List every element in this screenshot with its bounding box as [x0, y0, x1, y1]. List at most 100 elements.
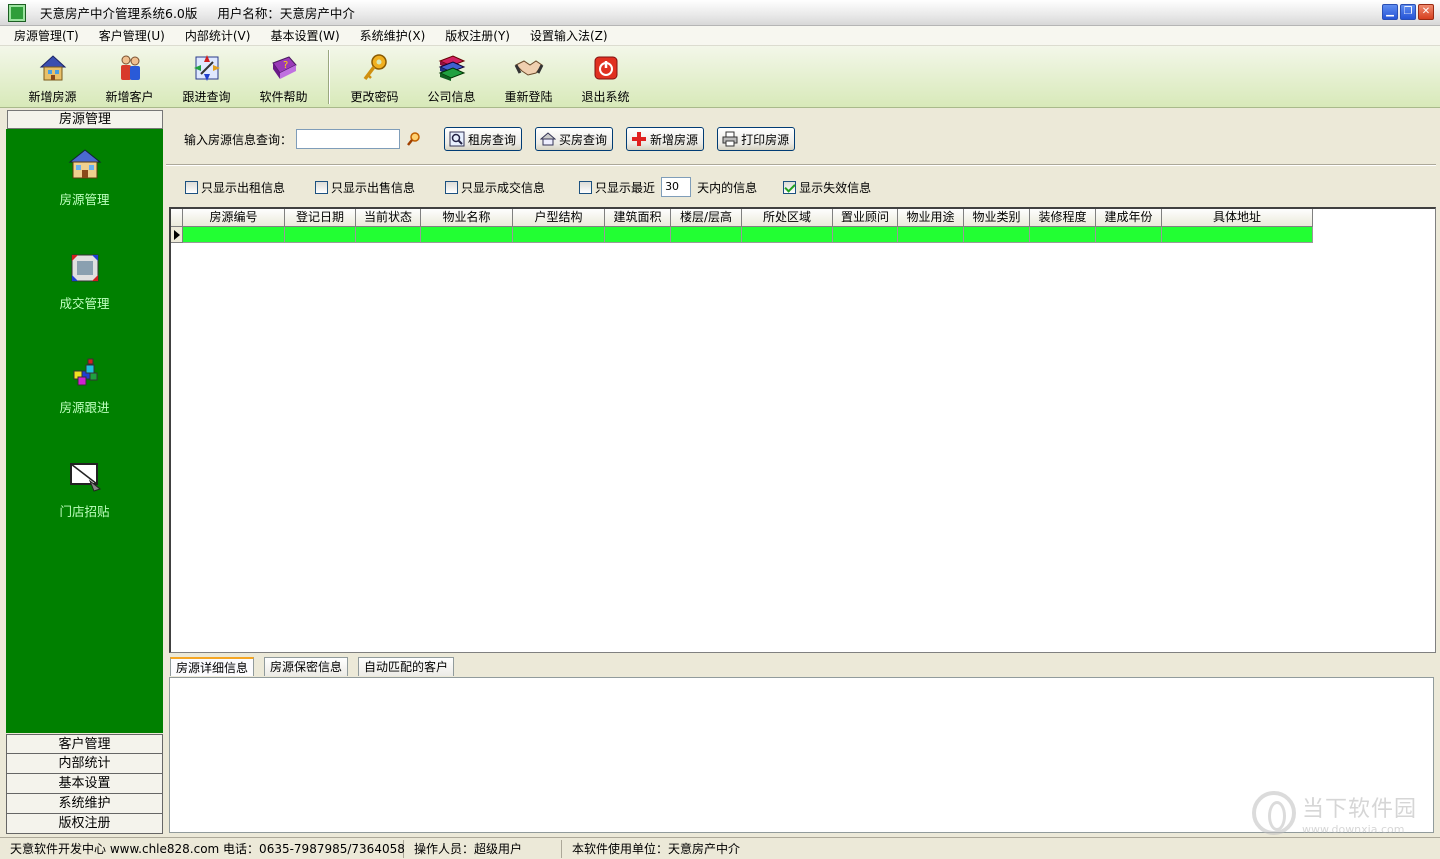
books-icon	[437, 53, 467, 83]
tab-listing-private[interactable]: 房源保密信息	[264, 657, 349, 676]
company-info-button[interactable]: 公司信息	[413, 46, 490, 108]
cell[interactable]	[1030, 227, 1096, 243]
cell[interactable]	[742, 227, 833, 243]
rent-query-button[interactable]: 租房查询	[444, 127, 523, 151]
menu-customer[interactable]: 客户管理(U)	[99, 27, 165, 44]
table-row[interactable]	[171, 227, 1313, 243]
cell[interactable]	[898, 227, 964, 243]
grid-header-indicator	[171, 209, 183, 227]
print-listing-button[interactable]: 打印房源	[717, 127, 796, 151]
col-layout[interactable]: 户型结构	[513, 209, 605, 227]
add-listing-label: 新增房源	[650, 132, 699, 147]
cell[interactable]	[513, 227, 605, 243]
watermark-logo-icon	[1252, 791, 1296, 835]
exit-button[interactable]: 退出系统	[567, 46, 644, 108]
sidebar-header[interactable]: 房源管理	[7, 110, 163, 129]
buy-query-button[interactable]: 买房查询	[535, 127, 614, 151]
poster-icon	[68, 459, 102, 493]
follow-query-button[interactable]: 跟进查询	[168, 46, 245, 108]
menu-statistics[interactable]: 内部统计(V)	[185, 27, 251, 44]
sidebar-group-maintenance[interactable]: 系统维护	[6, 794, 163, 814]
menu-input-method[interactable]: 设置输入法(Z)	[530, 27, 608, 44]
minimize-button[interactable]: ▁	[1382, 4, 1398, 20]
sidebar-item-listing[interactable]: 房源管理	[6, 147, 163, 208]
sale-only-label: 只显示出售信息	[331, 180, 416, 195]
cell[interactable]	[605, 227, 671, 243]
col-decoration[interactable]: 装修程度	[1030, 209, 1096, 227]
recent-suffix-label: 天内的信息	[697, 180, 758, 195]
sidebar-group-settings[interactable]: 基本设置	[6, 774, 163, 794]
col-listing-id[interactable]: 房源编号	[183, 209, 285, 227]
menu-settings[interactable]: 基本设置(W)	[270, 27, 339, 44]
recent-checkbox[interactable]	[579, 180, 593, 194]
relogin-button[interactable]: 重新登陆	[490, 46, 567, 108]
row-indicator-icon	[171, 227, 183, 243]
cell[interactable]	[964, 227, 1030, 243]
cell[interactable]	[671, 227, 742, 243]
col-status[interactable]: 当前状态	[356, 209, 421, 227]
sidebar-group-registration[interactable]: 版权注册	[6, 814, 163, 834]
buy-query-label: 买房查询	[559, 132, 608, 147]
col-property-name[interactable]: 物业名称	[421, 209, 513, 227]
tab-matched-customers[interactable]: 自动匹配的客户	[358, 657, 455, 676]
close-button[interactable]: ✕	[1418, 4, 1434, 20]
handshake-icon	[514, 53, 544, 83]
sidebar-item-followup[interactable]: 房源跟进	[6, 355, 163, 416]
cubes-icon	[68, 355, 102, 389]
new-listing-label: 新增房源	[28, 90, 77, 104]
restore-button[interactable]: ❐	[1400, 4, 1416, 20]
cell[interactable]	[356, 227, 421, 243]
app-icon[interactable]	[8, 3, 26, 22]
tab-listing-detail[interactable]: 房源详细信息	[170, 657, 255, 676]
sidebar-item-followup-label: 房源跟进	[59, 400, 110, 415]
main-panel: 输入房源信息查询： 租房查询 买房查询 新增房源 打印房源 只显示出租信息 只显…	[166, 110, 1436, 835]
rent-only-checkbox[interactable]	[185, 180, 198, 194]
help-button[interactable]: ? 软件帮助	[245, 46, 322, 108]
cell[interactable]	[1096, 227, 1162, 243]
cell[interactable]	[1162, 227, 1313, 243]
cell[interactable]	[833, 227, 898, 243]
watermark-name: 当下软件园	[1302, 796, 1418, 822]
show-invalid-checkbox[interactable]	[783, 180, 797, 194]
sidebar-item-deals[interactable]: 成交管理	[6, 251, 163, 312]
cell[interactable]	[183, 227, 285, 243]
search-input[interactable]	[296, 129, 401, 149]
detail-tabs: 房源详细信息 房源保密信息 自动匹配的客户	[170, 657, 464, 677]
print-listing-label: 打印房源	[741, 132, 790, 147]
col-floor[interactable]: 楼层/层高	[671, 209, 742, 227]
search-row: 输入房源信息查询： 租房查询 买房查询 新增房源 打印房源	[166, 124, 1436, 154]
tab-panel	[169, 677, 1434, 833]
change-password-button[interactable]: 更改密码	[336, 46, 413, 108]
sidebar-group-customer[interactable]: 客户管理	[6, 734, 163, 754]
menu-maintenance[interactable]: 系统维护(X)	[360, 27, 426, 44]
col-category[interactable]: 物业类别	[964, 209, 1030, 227]
toolbar: 新增房源 新增客户 跟进查询 ? 软件帮助 更改密码 公司信息 重新登陆 退出系…	[0, 46, 1440, 108]
exit-label: 退出系统	[581, 90, 630, 104]
recent-days-input[interactable]: 30	[661, 177, 692, 197]
menu-bar: 房源管理(T) 客户管理(U) 内部统计(V) 基本设置(W) 系统维护(X) …	[0, 26, 1440, 46]
sale-only-checkbox[interactable]	[315, 180, 329, 194]
col-build-year[interactable]: 建成年份	[1096, 209, 1162, 227]
col-address[interactable]: 具体地址	[1162, 209, 1313, 227]
col-agent[interactable]: 置业顾问	[833, 209, 898, 227]
cell[interactable]	[421, 227, 513, 243]
new-customer-button[interactable]: 新增客户	[91, 46, 168, 108]
search-icon[interactable]	[406, 131, 422, 147]
sidebar-item-poster[interactable]: 门店招贴	[6, 459, 163, 520]
sidebar-item-deals-label: 成交管理	[59, 296, 110, 311]
new-listing-button[interactable]: 新增房源	[14, 46, 91, 108]
col-region[interactable]: 所处区域	[742, 209, 833, 227]
col-register-date[interactable]: 登记日期	[285, 209, 356, 227]
change-password-label: 更改密码	[350, 90, 399, 104]
deal-only-checkbox[interactable]	[445, 180, 459, 194]
sidebar-group-statistics[interactable]: 内部统计	[6, 754, 163, 774]
cell[interactable]	[285, 227, 356, 243]
svg-text:?: ?	[283, 60, 288, 71]
home-small-icon	[540, 131, 557, 147]
menu-registration[interactable]: 版权注册(Y)	[445, 27, 510, 44]
add-listing-button[interactable]: 新增房源	[626, 127, 705, 151]
listing-grid[interactable]: 房源编号 登记日期 当前状态 物业名称 户型结构 建筑面积 楼层/层高 所处区域…	[169, 207, 1436, 653]
col-area[interactable]: 建筑面积	[605, 209, 671, 227]
col-usage[interactable]: 物业用途	[898, 209, 964, 227]
menu-listing[interactable]: 房源管理(T)	[14, 27, 79, 44]
